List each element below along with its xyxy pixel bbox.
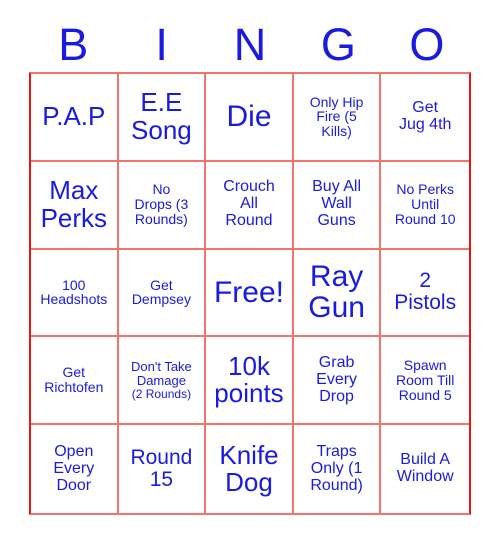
bingo-header-letter-b: B xyxy=(58,18,89,70)
bingo-cell-label: 100 Headshots xyxy=(40,276,108,308)
bingo-header-letter-g: G xyxy=(320,18,356,70)
bingo-cell[interactable]: Build A Window xyxy=(381,425,469,513)
bingo-cell-label: 2 Pistols xyxy=(394,269,457,315)
bingo-cell-label: Buy All Wall Guns xyxy=(312,178,362,230)
bingo-cell[interactable]: Get Richtofen xyxy=(31,337,119,426)
bingo-cell[interactable]: 100 Headshots xyxy=(31,249,119,338)
bingo-cell[interactable]: Ray Gun xyxy=(293,249,382,338)
bingo-cell[interactable]: Open Every Door xyxy=(31,425,119,513)
bingo-cell[interactable]: Get Dempsey xyxy=(118,249,207,338)
bingo-cell-label: Traps Only (1 Round) xyxy=(310,442,363,494)
bingo-cell-label: Get Richtofen xyxy=(44,364,104,396)
bingo-header-letter-n: N xyxy=(233,18,267,70)
bingo-cell-sublabel: (2 Rounds) xyxy=(131,386,192,401)
bingo-cell[interactable]: E.E Song xyxy=(118,74,207,162)
bingo-grid: P.A.P E.E Song Die Only Hip Fire (5 Kills) Get J… xyxy=(29,72,471,515)
bingo-cell[interactable]: Don't Take Damage (2 Rounds) xyxy=(118,337,207,426)
bingo-cell-label: Grab Every Drop xyxy=(316,353,358,405)
bingo-cell[interactable]: Grab Every Drop xyxy=(293,337,382,426)
bingo-cell-label: Knife Dog xyxy=(219,439,279,498)
bingo-cell-label: E.E Song xyxy=(131,87,192,145)
bingo-cell-label: Free! xyxy=(213,275,284,309)
bingo-cell[interactable]: Crouch All Round xyxy=(206,161,294,250)
bingo-cell[interactable]: Spawn Room Till Round 5 xyxy=(381,337,469,426)
bingo-cell-label: Get Jug 4th xyxy=(398,98,452,133)
bingo-cell-label: Die xyxy=(226,100,272,133)
bingo-cell-label: Ray Gun xyxy=(308,259,365,325)
bingo-cell[interactable]: Traps Only (1 Round) xyxy=(294,425,382,513)
bingo-cell-label: No Drops (3 Rounds) xyxy=(134,181,189,228)
bingo-cell[interactable]: 10k points xyxy=(206,337,294,426)
bingo-cell[interactable]: Get Jug 4th xyxy=(381,74,469,162)
bingo-cell-label: Build A Window xyxy=(396,451,454,486)
bingo-cell-label: Get Dempsey xyxy=(131,276,191,308)
bingo-cell-label: Open Every Door xyxy=(53,442,95,494)
bingo-cell-label: Max Perks xyxy=(40,175,108,233)
bingo-cell-label: Don't Take Damage (2 Rounds) xyxy=(122,360,202,400)
bingo-cell[interactable]: Knife Dog xyxy=(206,425,294,513)
bingo-cell-label: Spawn Room Till Round 5 xyxy=(396,357,455,403)
bingo-cell[interactable]: No Perks Until Round 10 xyxy=(381,162,469,250)
bingo-cell[interactable]: Die xyxy=(206,74,294,162)
bingo-cell[interactable]: No Drops (3 Rounds) xyxy=(118,161,207,250)
bingo-cell-label: 10k points xyxy=(214,350,284,409)
bingo-header-letter-i: I xyxy=(155,18,168,70)
bingo-cell[interactable]: Only Hip Fire (5 Kills) xyxy=(293,74,382,162)
bingo-header-row: B I N G O xyxy=(29,16,471,72)
bingo-cell[interactable]: Buy All Wall Guns xyxy=(293,161,382,250)
bingo-cell-label: Only Hip Fire (5 Kills) xyxy=(309,93,364,140)
bingo-cell[interactable]: 2 Pistols xyxy=(381,250,469,338)
bingo-card: B I N G O P.A.P E.E Song Die Only Hip Fire (5… xyxy=(0,0,500,544)
bingo-cell-free[interactable]: Free! xyxy=(206,249,294,338)
bingo-cell-label: Round 15 xyxy=(130,445,193,492)
bingo-cell[interactable]: P.A.P xyxy=(31,74,119,162)
bingo-cell-label: Crouch All Round xyxy=(223,178,275,230)
bingo-header-letter-o: O xyxy=(409,18,445,70)
bingo-cell-label: No Perks Until Round 10 xyxy=(394,181,456,228)
bingo-cell[interactable]: Round 15 xyxy=(119,425,207,513)
bingo-cell[interactable]: Max Perks xyxy=(31,161,119,250)
bingo-cell-label: P.A.P xyxy=(42,101,106,132)
